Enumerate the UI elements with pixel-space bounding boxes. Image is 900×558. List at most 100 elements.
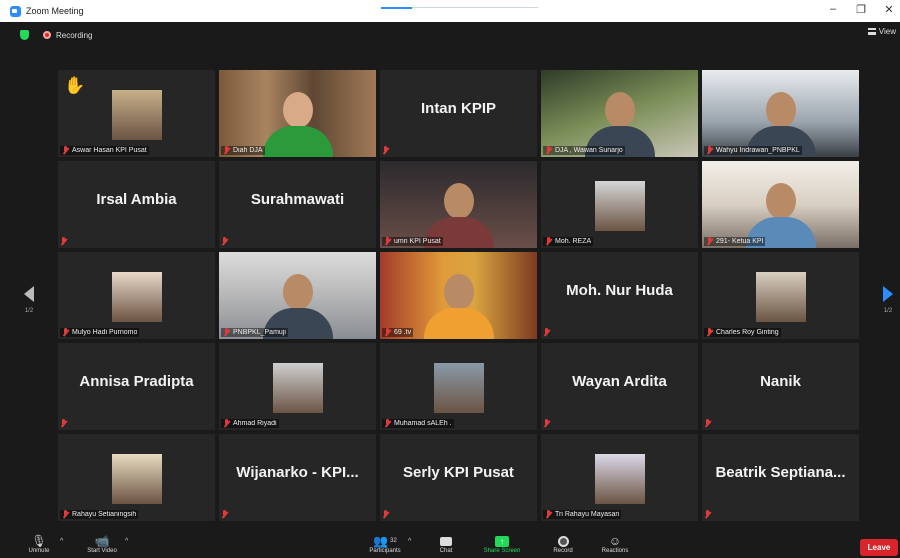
participant-tile[interactable]: Charles Roy Ginting [702, 252, 859, 339]
participant-display-name: Intan KPIP [420, 100, 496, 117]
mic-muted-icon: 🎙 [31, 534, 47, 548]
participant-tile[interactable]: Annisa Pradipta [58, 343, 215, 430]
participant-face [765, 183, 796, 219]
participant-display-name: Serly KPI Pusat [403, 464, 514, 481]
participant-tile[interactable]: Moh. REZA [541, 161, 698, 248]
participant-tile[interactable]: DJA , Wawan Sunarjo [541, 70, 698, 157]
participant-name-bar [221, 237, 229, 246]
participant-tile[interactable]: Mulyo Hadi Purnomo [58, 252, 215, 339]
participant-tile[interactable]: Serly KPI Pusat [380, 434, 537, 521]
previous-page-button[interactable]: 1/2 [18, 286, 40, 314]
mic-muted-icon [62, 328, 70, 337]
mic-muted-icon [384, 328, 392, 337]
chat-label: Chat [439, 548, 453, 554]
participant-body [262, 126, 333, 157]
participant-name-bar [543, 328, 551, 337]
participant-name-label: Aswar Hasan KPI Pusat [72, 147, 147, 154]
profile-picture [755, 272, 806, 322]
share-screen-label: Share Screen [483, 548, 521, 554]
participant-name-bar: Diah DJA [221, 146, 265, 155]
participant-name-label: umri KPI Pusat [394, 238, 441, 245]
audio-options-caret[interactable]: ^ [60, 538, 63, 545]
participant-name-bar: Charles Roy Ginting [704, 328, 781, 337]
participant-display-name: Nanik [760, 373, 801, 390]
gallery-view-icon [867, 28, 876, 35]
start-video-button[interactable]: 📹 Start Video [80, 534, 124, 554]
video-options-caret[interactable]: ^ [125, 538, 128, 545]
video-off-icon: 📹 [94, 534, 110, 548]
mic-muted-icon [60, 419, 68, 428]
participant-tile[interactable]: Wayan Ardita [541, 343, 698, 430]
page-indicator-left: 1/2 [24, 308, 34, 314]
window-titlebar: Zoom Meeting – ❐ ✕ [0, 0, 900, 22]
mic-muted-icon [384, 237, 392, 246]
participant-name-label: Tri Rahayu Mayasari [555, 511, 620, 518]
left-arrow-icon [24, 286, 34, 302]
leave-button[interactable]: Leave [860, 539, 898, 556]
security-shield-icon[interactable] [20, 30, 29, 40]
participant-display-name: Moh. Nur Huda [566, 282, 673, 299]
profile-picture [594, 454, 645, 504]
unmute-label: Unmute [28, 548, 50, 554]
profile-picture [594, 181, 645, 231]
participant-name-bar: umri KPI Pusat [382, 237, 443, 246]
participant-tile[interactable]: Muhamad sALEh . [380, 343, 537, 430]
mic-muted-icon [545, 237, 553, 246]
participant-tile[interactable]: Diah DJA [219, 70, 376, 157]
participant-face [282, 274, 313, 310]
chat-button[interactable]: Chat [432, 534, 460, 554]
record-button[interactable]: Record [548, 534, 578, 554]
participant-tile[interactable]: Wijanarko - KPI... [219, 434, 376, 521]
unmute-button[interactable]: 🎙 Unmute [22, 534, 56, 554]
participant-name-label: Rahayu Setianingsih [72, 511, 137, 518]
participant-name-bar: Moh. REZA [543, 237, 594, 246]
participant-tile[interactable]: Wahyu Indrawan_PNBPKL [702, 70, 859, 157]
participant-name-bar: Mulyo Hadi Purnomo [60, 328, 140, 337]
record-icon [548, 534, 578, 548]
window-title: Zoom Meeting [26, 6, 84, 16]
participant-tile[interactable]: Surahmawati [219, 161, 376, 248]
participant-tile[interactable]: Moh. Nur Huda [541, 252, 698, 339]
participant-display-name: Annisa Pradipta [79, 373, 194, 390]
mic-muted-icon [545, 510, 553, 519]
close-button[interactable]: ✕ [881, 3, 897, 16]
participant-body [423, 308, 494, 339]
participant-tile[interactable]: umri KPI Pusat [380, 161, 537, 248]
participant-tile[interactable]: Intan KPIP [380, 70, 537, 157]
participant-tile[interactable]: Nanik [702, 343, 859, 430]
video-feed [219, 252, 376, 339]
mic-muted-icon [545, 146, 553, 155]
participant-tile[interactable]: Ahmad Riyadi [219, 343, 376, 430]
participant-display-name: Surahmawati [250, 191, 345, 208]
participant-tile[interactable]: ✋ Aswar Hasan KPI Pusat [58, 70, 215, 157]
participants-icon: 👥 32 [373, 534, 397, 548]
minimize-button[interactable]: – [825, 3, 841, 15]
participant-tile[interactable]: Tri Rahayu Mayasari [541, 434, 698, 521]
participants-caret[interactable]: ^ [408, 538, 411, 545]
share-screen-button[interactable]: ↑ Share Screen [478, 534, 526, 554]
tab-divider [412, 7, 538, 8]
participant-tile[interactable]: PNBPKL_Pamuji [219, 252, 376, 339]
participant-name-bar: Rahayu Setianingsih [60, 510, 139, 519]
raised-hand-icon: ✋ [64, 76, 86, 95]
restore-button[interactable]: ❐ [853, 3, 869, 16]
participants-button[interactable]: 👥 32 Participants [365, 534, 405, 554]
participant-name-label: Ahmad Riyadi [233, 420, 277, 427]
participant-tile[interactable]: 291- Ketua KPI [702, 161, 859, 248]
recording-label: Recording [56, 30, 93, 40]
next-page-button[interactable]: 1/2 [877, 286, 899, 314]
participant-tile[interactable]: Irsal Ambia [58, 161, 215, 248]
participant-face [604, 92, 635, 128]
participant-name-bar: PNBPKL_Pamuji [221, 328, 288, 337]
participant-name-label: Wahyu Indrawan_PNBPKL [716, 147, 800, 154]
profile-picture [111, 90, 162, 140]
reactions-label: Reactions [601, 548, 629, 554]
view-button[interactable]: View [867, 27, 896, 36]
participant-tile[interactable]: Beatrik Septiana... [702, 434, 859, 521]
participant-name-bar: Aswar Hasan KPI Pusat [60, 146, 149, 155]
participant-name-label: 69 .tv [394, 329, 412, 336]
participant-tile[interactable]: Rahayu Setianingsih [58, 434, 215, 521]
reactions-button[interactable]: ☺ Reactions [596, 534, 634, 554]
participant-name-bar [704, 419, 712, 428]
participant-tile[interactable]: 69 .tv [380, 252, 537, 339]
